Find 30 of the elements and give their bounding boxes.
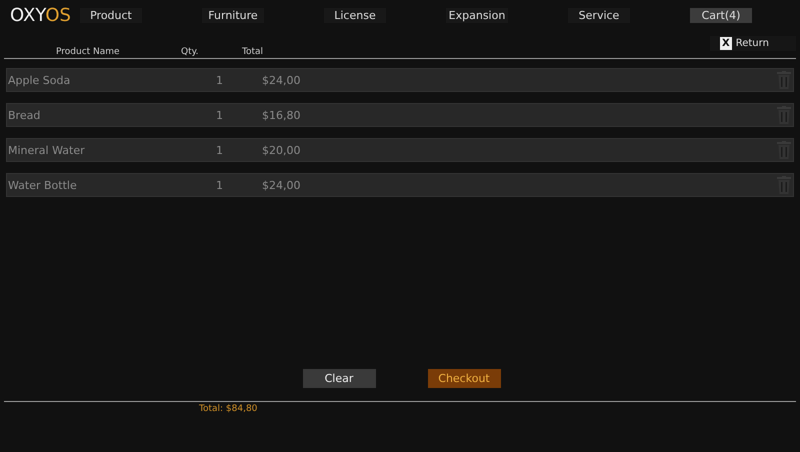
product-name: Mineral Water — [8, 144, 85, 156]
row-total: $24,00 — [262, 178, 300, 192]
row-total: $20,00 — [262, 144, 300, 156]
nav-tab[interactable]: License — [324, 8, 386, 22]
nav-tab[interactable]: Product — [80, 8, 142, 22]
trash-icon[interactable] — [777, 176, 791, 194]
quantity: 1 — [216, 144, 223, 156]
cart-total: Total: $84,80 — [199, 404, 258, 414]
checkout-button[interactable]: Checkout — [428, 369, 500, 388]
nav-tab[interactable]: Cart(4) — [690, 8, 752, 22]
quantity: 1 — [216, 178, 223, 192]
product-name: Apple Soda — [8, 74, 70, 86]
nav-tab[interactable]: Furniture — [202, 8, 264, 22]
logo: OXYOS — [10, 4, 72, 26]
row-total: $16,80 — [262, 108, 300, 122]
trash-icon[interactable] — [777, 106, 791, 124]
column-header: Qty. — [181, 47, 199, 57]
quantity: 1 — [216, 108, 223, 122]
product-name: Bread — [8, 108, 40, 122]
trash-icon[interactable] — [777, 71, 791, 89]
quantity: 1 — [216, 74, 223, 86]
return-button[interactable]: X Return — [710, 36, 796, 51]
row-total: $24,00 — [262, 74, 300, 86]
nav-tab[interactable]: Expansion — [446, 8, 508, 22]
trash-icon[interactable] — [777, 141, 791, 159]
product-name: Water Bottle — [8, 178, 77, 192]
column-header: Product Name — [56, 47, 120, 57]
nav-tab[interactable]: Service — [568, 8, 630, 22]
clear-button[interactable]: Clear — [302, 369, 376, 388]
column-header: Total — [242, 47, 264, 57]
